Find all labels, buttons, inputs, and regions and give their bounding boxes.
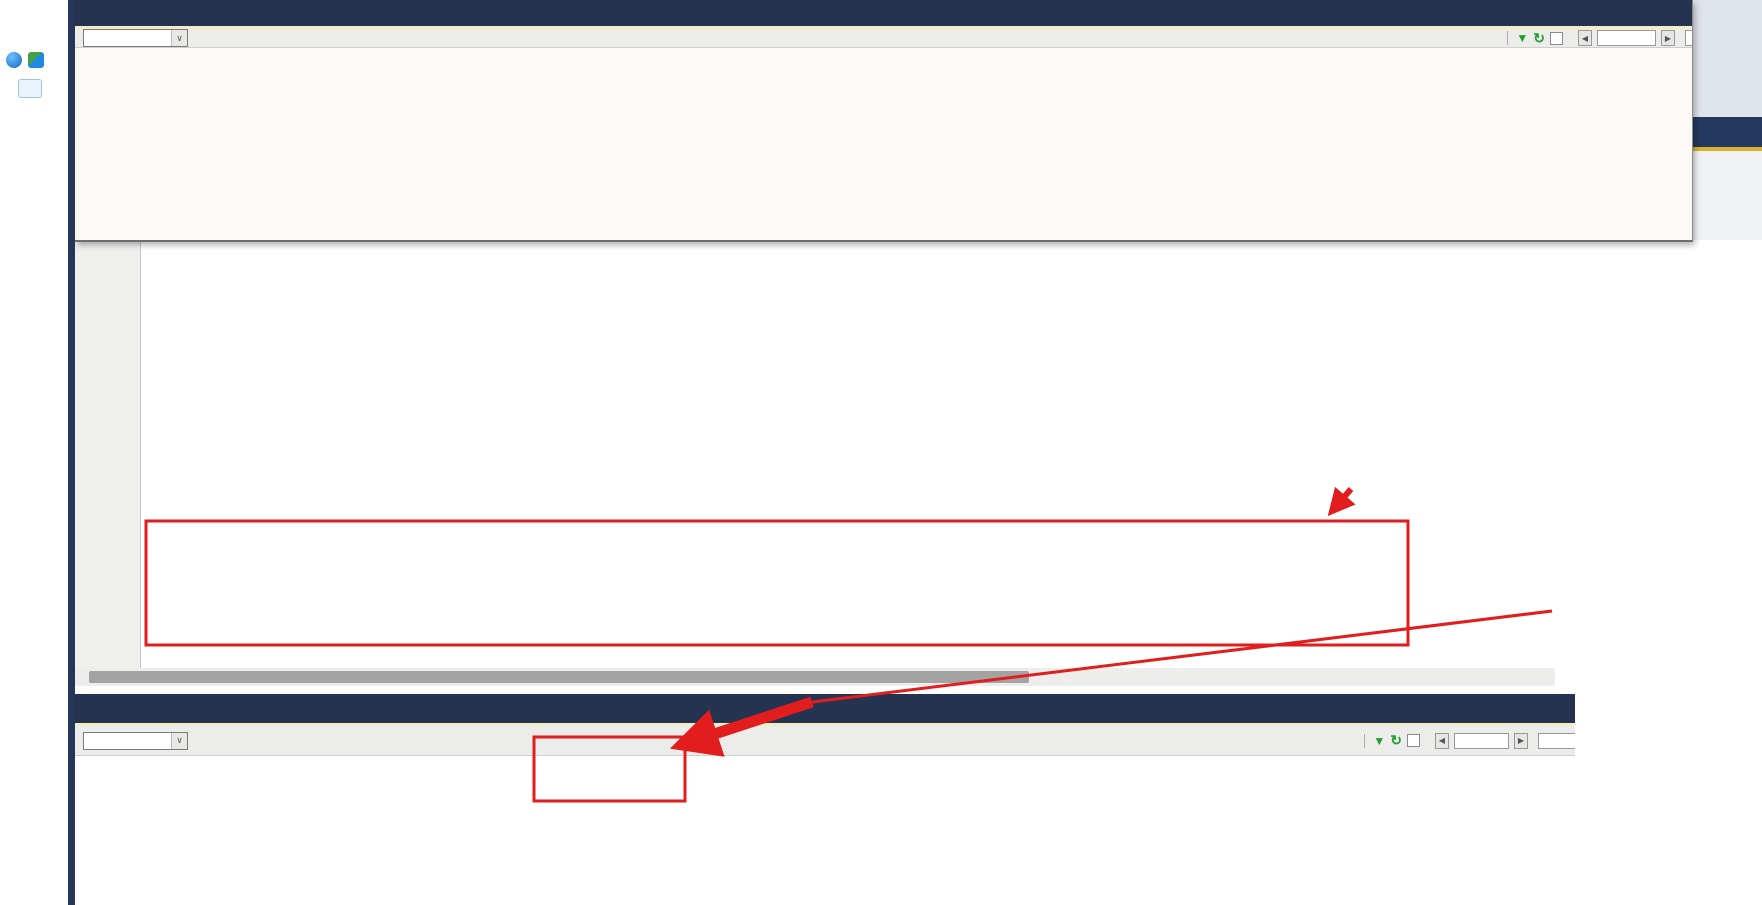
filter-icon[interactable]: ▼ bbox=[1516, 31, 1528, 45]
refresh-icon[interactable]: ↻ bbox=[1390, 732, 1402, 749]
window-left-border bbox=[68, 0, 75, 905]
scrollbar-thumb[interactable] bbox=[89, 671, 1029, 683]
background-navy-band bbox=[1692, 117, 1762, 147]
limit-rows-checkbox[interactable] bbox=[1407, 734, 1420, 747]
spin-up-icon[interactable]: ▶ bbox=[1514, 732, 1528, 749]
readonly-select[interactable]: ∨ bbox=[83, 731, 188, 750]
explain-results-panel: ∨ ▼ ↻ ◀ ▶ bbox=[75, 694, 1575, 756]
filter-icon[interactable]: ▼ bbox=[1373, 734, 1385, 748]
result-toolbar: ∨ ▼ ↻ ◀ ▶ bbox=[75, 726, 1575, 756]
readonly-select[interactable]: ∨ bbox=[83, 29, 188, 47]
result-tabbar bbox=[75, 0, 1692, 26]
refresh-icon[interactable]: ↻ bbox=[1533, 30, 1545, 47]
annotation-box-sql bbox=[144, 519, 1410, 647]
editor-gutter bbox=[75, 240, 141, 668]
limit-rows-checkbox[interactable] bbox=[1550, 31, 1563, 45]
first-row-input[interactable] bbox=[1597, 30, 1656, 46]
row-count-input[interactable] bbox=[1538, 732, 1575, 749]
annotation-arrow-small bbox=[1327, 486, 1356, 517]
app-icon bbox=[28, 52, 44, 68]
result-toolbar: ∨ ▼ ↻ ◀ ▶ bbox=[75, 29, 1692, 48]
index-results-panel: ∨ ▼ ↻ ◀ ▶ bbox=[75, 0, 1693, 242]
browser-icon bbox=[6, 52, 22, 68]
first-row-input[interactable] bbox=[1454, 732, 1509, 749]
horizontal-scrollbar[interactable] bbox=[75, 668, 1555, 686]
chevron-down-icon: ∨ bbox=[171, 732, 187, 749]
new-tab-button[interactable] bbox=[18, 79, 42, 98]
annotation-line bbox=[811, 609, 1553, 704]
spin-down-icon[interactable]: ◀ bbox=[1435, 732, 1449, 749]
spin-up-icon[interactable]: ▶ bbox=[1661, 30, 1675, 46]
result-tabbar bbox=[75, 694, 1575, 723]
chevron-down-icon: ∨ bbox=[171, 30, 187, 46]
background-window-left bbox=[0, 0, 68, 905]
row-count-input[interactable] bbox=[1685, 30, 1692, 46]
spin-down-icon[interactable]: ◀ bbox=[1578, 30, 1592, 46]
background-window-topright bbox=[1692, 0, 1762, 240]
